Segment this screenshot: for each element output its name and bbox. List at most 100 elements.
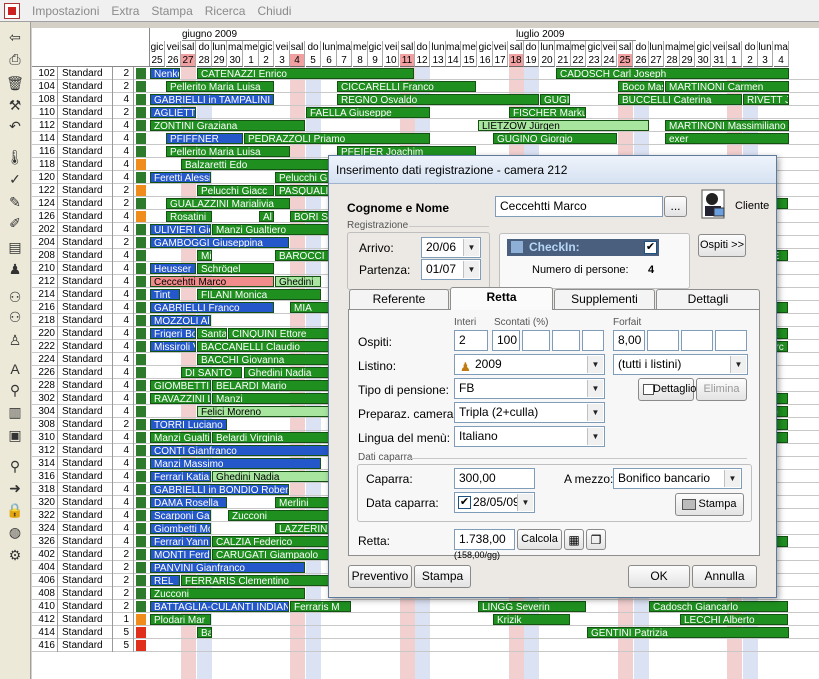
tools-icon[interactable]: ⚒ [5, 95, 25, 115]
booking-bar[interactable]: GABRIELLI in BONDIO Roberta [150, 484, 289, 495]
booking-bar[interactable]: Giombetti Mo [150, 523, 211, 534]
globe-icon[interactable]: ◍ [5, 522, 25, 542]
booking-bar[interactable]: Merlini [275, 497, 336, 508]
booking-bar[interactable]: Ferraris M [290, 601, 351, 612]
thermometer-icon[interactable]: 🌡 [5, 147, 25, 167]
arrivo-select[interactable]: 20/06 ▼ [421, 237, 481, 258]
booking-bar[interactable]: Pellerito Maria Luisa [166, 146, 290, 157]
copy-icon[interactable]: ❐ [586, 529, 606, 550]
booking-bar[interactable]: Pelucchi Giacc [197, 185, 274, 196]
scontati-input-2[interactable] [522, 330, 550, 351]
booking-bar[interactable]: Ghedini Nadia [244, 367, 337, 378]
stampa-caparra-button[interactable]: Stampa [675, 493, 744, 516]
forfait-input-1[interactable]: 8,00 [613, 330, 645, 351]
calendar-icon[interactable]: ▦ [564, 529, 584, 550]
booking-bar[interactable]: Ceccehtti Marco [150, 276, 274, 287]
booking-bar[interactable]: FERRARIS Clementino [181, 575, 336, 586]
booking-bar[interactable]: Zucconi [228, 510, 336, 521]
chevron-down-icon[interactable]: ▼ [587, 404, 603, 421]
booking-bar[interactable]: PFIFFNER [166, 133, 243, 144]
booking-bar[interactable]: Schrögel [197, 263, 274, 274]
font-icon[interactable]: A [5, 359, 25, 379]
barrel-icon[interactable]: ▤ [5, 237, 25, 257]
lock-icon[interactable]: 🔒 [5, 500, 25, 520]
stampa-button[interactable]: Stampa [414, 565, 471, 588]
check-icon[interactable]: ✓ [5, 169, 25, 189]
booking-bar[interactable]: BELARDI Mario [212, 380, 336, 391]
tab-dettagli[interactable]: Dettagli [656, 289, 760, 309]
menu-stampa[interactable]: Stampa [145, 0, 198, 22]
booking-bar[interactable]: GIOMBETTI M [150, 380, 211, 391]
box-icon[interactable]: ▣ [5, 425, 25, 445]
menu-ricerca[interactable]: Ricerca [199, 0, 252, 22]
menu-impostazioni[interactable]: Impostazioni [26, 0, 105, 22]
booking-bar[interactable]: Belardi Virginia [212, 432, 336, 443]
booking-bar[interactable]: ZONTINI Graziana [150, 120, 305, 131]
booking-bar[interactable]: LIETZOW Jürgen [478, 120, 649, 131]
booking-bar[interactable]: Mi [197, 250, 212, 261]
booking-bar[interactable]: PEDRAZZOLI Priamo [244, 133, 430, 144]
booking-bar[interactable]: Ferrari Katia [150, 471, 211, 482]
booking-bar[interactable]: Scarponi Gab [150, 510, 211, 521]
person-icon[interactable]: ♟ [5, 259, 25, 279]
elimina-button[interactable]: Elimina [696, 378, 747, 401]
family2-icon[interactable]: ⚇ [5, 307, 25, 327]
cognome-input[interactable]: Ceccehtti Marco [495, 196, 663, 217]
browse-button[interactable]: ... [664, 196, 687, 217]
amezzo-select[interactable]: Bonifico bancario ▼ [613, 468, 742, 489]
scontati-input-4[interactable] [582, 330, 604, 351]
booking-bar[interactable]: LINGG Severin [478, 601, 586, 612]
eraser-icon[interactable]: ✐ [5, 213, 25, 233]
person-r-icon[interactable]: ♙ [5, 330, 25, 350]
chevron-down-icon[interactable]: ▼ [730, 356, 746, 373]
family-icon[interactable]: ⚇ [5, 287, 25, 307]
data-caparra-select[interactable]: ✔ 28/05/09 ▼ [454, 492, 535, 513]
booking-bar[interactable]: Ghedini [275, 276, 321, 287]
booking-bar[interactable]: Plodari Mar [150, 614, 211, 625]
booking-bar[interactable]: Al [259, 211, 274, 222]
room-row[interactable]: 416 Standard 5 [32, 639, 819, 652]
checkin-checkbox[interactable]: ✔ [644, 241, 657, 254]
retta-input[interactable]: 1.738,00 [454, 529, 515, 550]
booking-bar[interactable]: CONTI Gianfranco [150, 445, 336, 456]
booking-bar[interactable]: GAMBOGGI Giuseppina [150, 237, 289, 248]
booking-bar[interactable]: GUGINO Giorgio [493, 133, 617, 144]
booking-bar[interactable]: Ferrari Yann [150, 536, 211, 547]
booking-bar[interactable]: Ghedini Nadia [212, 471, 336, 482]
booking-bar[interactable]: BACCHI Giovanna [197, 354, 336, 365]
trash-icon[interactable]: 🗑 [5, 73, 25, 93]
chart-icon[interactable]: ▥ [5, 402, 25, 422]
forfait-input-3[interactable] [681, 330, 713, 351]
booking-bar[interactable]: Zucconi [150, 588, 305, 599]
lingua-select[interactable]: Italiano ▼ [454, 426, 605, 447]
booking-bar[interactable]: Missiroli Vero [150, 341, 196, 352]
booking-bar[interactable]: Feretti Alessi [150, 172, 211, 183]
cliente-icon[interactable] [698, 188, 728, 220]
chevron-down-icon[interactable]: ▼ [517, 494, 533, 511]
booking-bar[interactable]: MOZZOLI Albo [150, 315, 211, 326]
booking-bar[interactable]: Heusser [150, 263, 196, 274]
scontati-input-1[interactable]: 100 [492, 330, 520, 351]
booking-bar[interactable]: Santan [197, 328, 227, 339]
forfait-input-2[interactable] [647, 330, 679, 351]
print-icon[interactable]: ⎙ [5, 49, 25, 69]
booking-bar[interactable]: MARTINONI Massimiliano [665, 120, 789, 131]
booking-bar[interactable]: DI SANTO [181, 367, 242, 378]
booking-bar[interactable]: BATTAGLIA-CULANTI INDIAN [150, 601, 289, 612]
annulla-button[interactable]: Annulla [692, 565, 757, 588]
tab-referente[interactable]: Referente [349, 289, 449, 309]
chevron-down-icon[interactable]: ▼ [463, 239, 479, 256]
back-icon[interactable]: ⇦ [5, 27, 25, 47]
booking-bar[interactable]: MARTINONI Carmen [665, 81, 789, 92]
booking-bar[interactable]: CALZIA Federico [212, 536, 336, 547]
booking-bar[interactable]: FILANI Monica [197, 289, 321, 300]
booking-bar[interactable]: Tint [150, 289, 180, 300]
booking-bar[interactable]: Boco Massimo [618, 81, 664, 92]
booking-bar[interactable]: PANVINI Gianfranco [150, 562, 305, 573]
booking-bar[interactable]: Pellerito Maria Luisa [166, 81, 274, 92]
ospiti-button[interactable]: Ospiti >> [698, 234, 746, 257]
app-icon[interactable] [4, 2, 20, 19]
ok-button[interactable]: OK [628, 565, 690, 588]
tab-retta[interactable]: Retta [450, 287, 553, 310]
tipo-select[interactable]: FB ▼ [454, 378, 605, 399]
